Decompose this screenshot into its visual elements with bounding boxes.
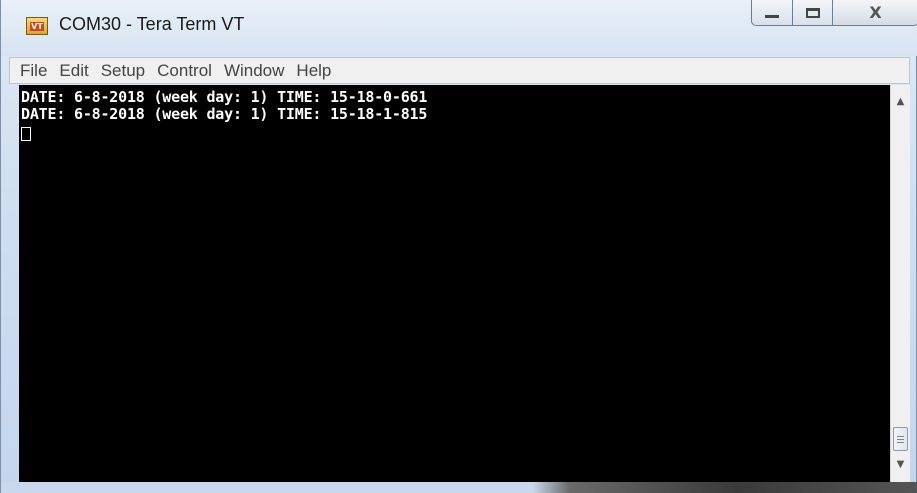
tera-term-window: VT COM30 - Tera Term VT X File Edit Setu… xyxy=(0,0,917,493)
window-title: COM30 - Tera Term VT xyxy=(59,14,245,34)
close-icon: X xyxy=(869,2,882,22)
title-bar[interactable]: VT COM30 - Tera Term VT X xyxy=(1,0,917,56)
scroll-up-icon[interactable]: ▲ xyxy=(891,91,910,111)
minimize-icon xyxy=(765,15,779,18)
menu-bar: File Edit Setup Control Window Help xyxy=(9,57,910,84)
scroll-down-icon[interactable]: ▼ xyxy=(891,454,910,474)
menu-edit[interactable]: Edit xyxy=(53,61,94,81)
close-button[interactable]: X xyxy=(833,0,917,26)
scroll-thumb[interactable] xyxy=(893,427,908,451)
menu-help[interactable]: Help xyxy=(290,61,337,81)
terminal-line: DATE: 6-8-2018 (week day: 1) TIME: 15-18… xyxy=(21,105,428,123)
app-icon-label: VT xyxy=(30,21,44,31)
maximize-icon xyxy=(805,7,820,18)
menu-window[interactable]: Window xyxy=(218,61,290,81)
menu-file[interactable]: File xyxy=(10,61,53,81)
minimize-button[interactable] xyxy=(751,0,793,26)
tera-term-app-icon[interactable]: VT xyxy=(26,17,48,35)
vertical-scrollbar[interactable]: ▲ ▼ xyxy=(890,85,910,482)
caption-buttons: X xyxy=(751,0,917,26)
maximize-button[interactable] xyxy=(793,0,833,26)
window-bottom-border xyxy=(1,482,917,493)
menu-setup[interactable]: Setup xyxy=(95,61,151,81)
terminal-area[interactable]: DATE: 6-8-2018 (week day: 1) TIME: 15-18… xyxy=(19,85,890,482)
terminal-cursor xyxy=(21,127,31,141)
terminal-line: DATE: 6-8-2018 (week day: 1) TIME: 15-18… xyxy=(21,88,428,106)
menu-control[interactable]: Control xyxy=(151,61,218,81)
